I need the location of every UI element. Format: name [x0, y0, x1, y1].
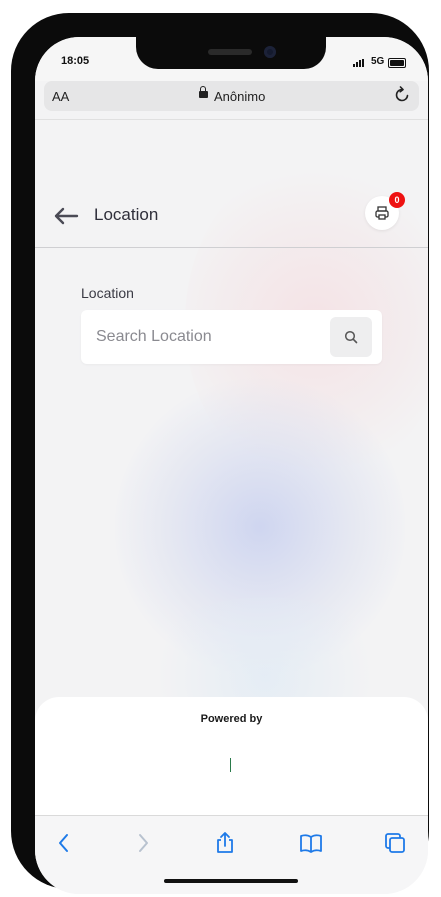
text-caret	[230, 758, 231, 772]
notch	[136, 37, 326, 69]
tabs-icon[interactable]	[383, 831, 407, 855]
address-bar[interactable]: AA Anônimo	[44, 81, 419, 111]
page-title: Location	[94, 205, 159, 224]
header-divider	[35, 247, 428, 248]
location-search-input[interactable]	[81, 310, 336, 364]
powered-by-label: Powered by	[200, 713, 263, 725]
browser-divider	[35, 119, 428, 120]
battery-icon	[388, 58, 406, 68]
page-title-label: Anônimo	[214, 89, 266, 104]
screen: 18:05 5G AA Anônimo Location 0 Location …	[35, 37, 428, 894]
lock-icon	[199, 86, 208, 99]
speaker	[208, 49, 252, 55]
chevron-right-icon[interactable]	[131, 831, 155, 855]
status-time: 18:05	[61, 55, 90, 67]
share-icon[interactable]	[213, 831, 237, 855]
location-search-box	[81, 310, 382, 364]
back-arrow-icon[interactable]	[53, 207, 79, 225]
printer-icon	[375, 206, 389, 220]
network-label: 5G	[371, 56, 385, 67]
camera	[264, 46, 276, 58]
chevron-left-icon[interactable]	[52, 831, 76, 855]
search-icon	[344, 330, 358, 344]
text-size-button[interactable]: AA	[52, 89, 69, 104]
reload-icon[interactable]	[393, 86, 411, 104]
signal-icon	[353, 59, 365, 67]
phone-frame: 18:05 5G AA Anônimo Location 0 Location …	[11, 13, 429, 894]
home-indicator	[164, 879, 298, 883]
cart-count-badge: 0	[389, 192, 405, 208]
location-label: Location	[81, 285, 134, 301]
book-icon[interactable]	[299, 831, 323, 855]
search-button[interactable]	[330, 317, 372, 357]
